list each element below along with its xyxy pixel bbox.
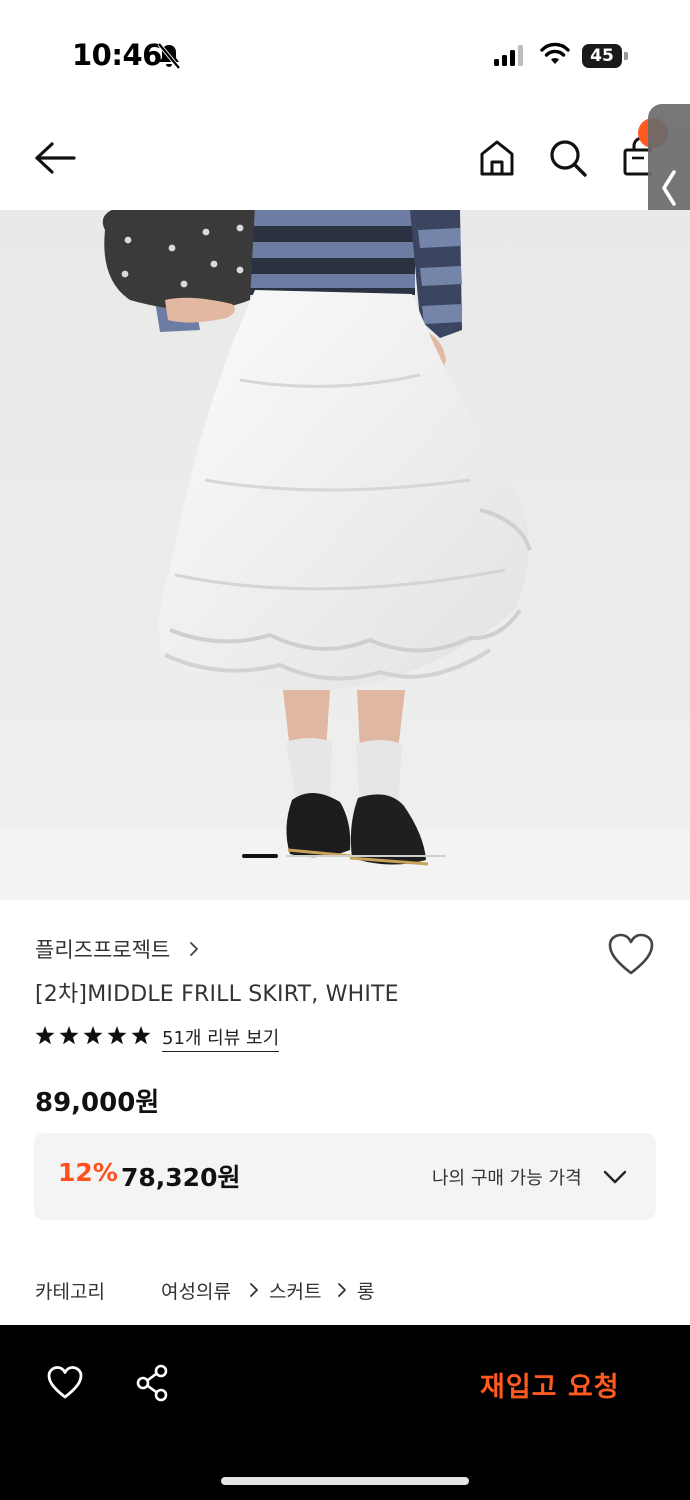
my-price-panel[interactable]: 12% 78,320원 나의 구매 가능 가격 [34,1133,656,1220]
original-price: 89,000원 [35,1088,160,1118]
chevron-left-icon [662,170,676,206]
star-icon [83,1026,103,1045]
review-link[interactable]: 51개 리뷰 보기 [162,1024,280,1052]
chevron-right-icon [190,942,198,956]
top-nav-bar [0,110,690,210]
heart-icon[interactable] [46,1365,84,1401]
wifi-icon [540,42,570,64]
home-indicator[interactable] [221,1477,469,1485]
heart-icon[interactable] [606,932,656,978]
star-icon [107,1026,127,1045]
category-crumb-women[interactable]: 여성의류 [161,1277,231,1304]
restock-request-button[interactable]: 재입고 요청 [480,1365,620,1404]
signal-icon [494,45,523,66]
product-image[interactable] [0,210,690,900]
chevron-down-icon [603,1170,627,1184]
battery-icon: 45 [582,44,628,68]
category-label: 카테고리 [35,1281,105,1303]
chevron-right-icon [338,1283,346,1297]
status-time: 10:46 [72,38,162,72]
chevron-right-icon [250,1283,258,1297]
battery-cap [624,52,628,60]
image-pager-active [242,854,278,858]
image-pager-track [286,855,446,857]
star-icon [59,1026,79,1045]
product-title: [2차]MIDDLE FRILL SKIRT, WHITE [35,982,399,1007]
home-icon[interactable] [476,136,518,180]
star-icon [35,1026,55,1045]
brand-name[interactable]: 플리즈프로젝트 [35,934,170,964]
product-photo [0,210,690,900]
search-icon[interactable] [546,136,590,180]
discount-price: 78,320원 [121,1163,241,1192]
bottom-action-bar: 재입고 요청 [0,1325,690,1500]
rating-stars [35,1026,151,1045]
share-icon[interactable] [134,1363,172,1403]
bell-off-icon [157,42,181,70]
category-crumb-long[interactable]: 롱 [357,1277,374,1304]
battery-level: 45 [582,44,622,68]
status-bar: 10:46 45 [0,0,690,110]
back-arrow-icon[interactable] [30,136,80,180]
discount-percent: 12% [58,1158,118,1187]
star-icon [131,1026,151,1045]
my-price-label: 나의 구매 가능 가격 [432,1168,582,1189]
category-crumb-skirt[interactable]: 스커트 [269,1277,321,1304]
